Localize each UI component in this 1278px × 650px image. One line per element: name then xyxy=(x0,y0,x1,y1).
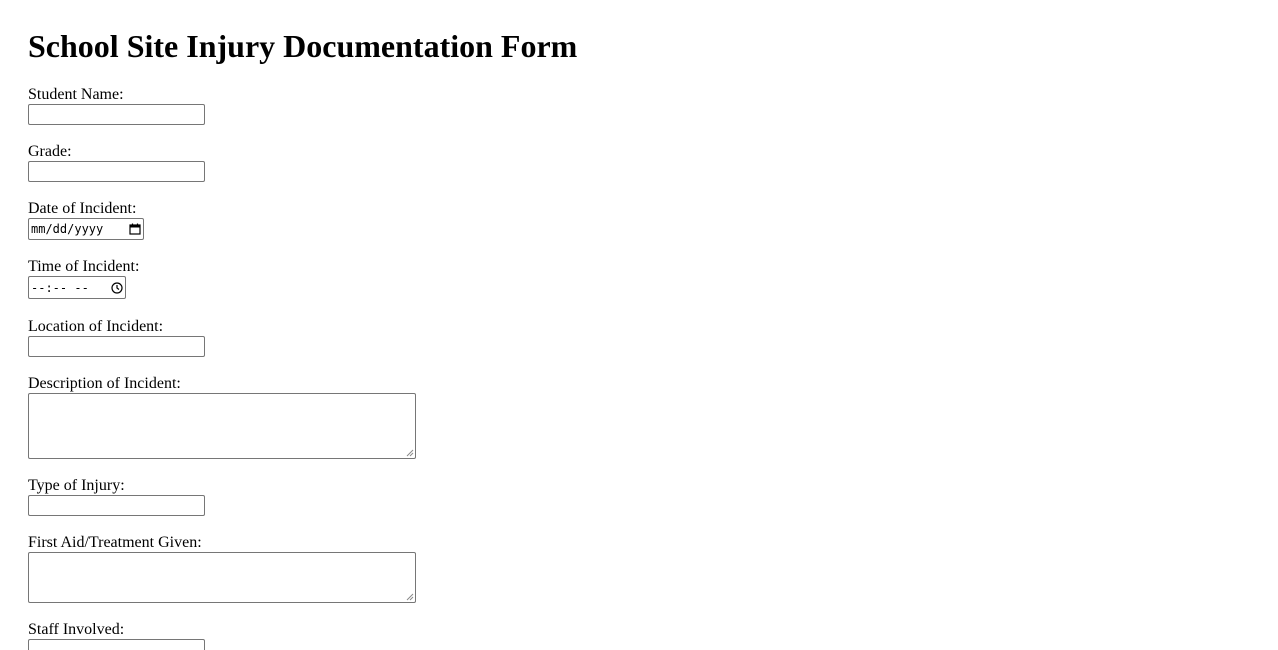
location-input[interactable] xyxy=(28,336,205,357)
student-name-input[interactable] xyxy=(28,104,205,125)
resize-grip-icon[interactable] xyxy=(406,449,414,457)
date-placeholder: mm/dd/yyyy xyxy=(31,222,104,236)
description-label: Description of Incident: xyxy=(28,375,181,392)
injury-type-input[interactable] xyxy=(28,495,205,516)
staff-input[interactable] xyxy=(28,639,205,650)
clock-icon[interactable] xyxy=(111,281,123,294)
time-placeholder: --:-- -- xyxy=(31,280,89,295)
time-label: Time of Incident: xyxy=(28,258,140,275)
calendar-icon[interactable] xyxy=(129,223,141,235)
staff-label: Staff Involved: xyxy=(28,621,125,638)
first-aid-label: First Aid/Treatment Given: xyxy=(28,534,202,551)
grade-input[interactable] xyxy=(28,161,205,182)
injury-type-label: Type of Injury: xyxy=(28,477,125,494)
location-label: Location of Incident: xyxy=(28,318,164,335)
first-aid-textarea[interactable] xyxy=(28,552,416,603)
description-textarea[interactable] xyxy=(28,393,416,459)
grade-label: Grade: xyxy=(28,143,72,160)
date-label: Date of Incident: xyxy=(28,200,137,217)
page-title: School Site Injury Documentation Form xyxy=(28,28,578,64)
student-name-label: Student Name: xyxy=(28,86,124,103)
date-input[interactable]: mm/dd/yyyy xyxy=(28,218,144,240)
resize-grip-icon[interactable] xyxy=(406,593,414,601)
time-input[interactable]: --:-- -- xyxy=(28,276,126,299)
